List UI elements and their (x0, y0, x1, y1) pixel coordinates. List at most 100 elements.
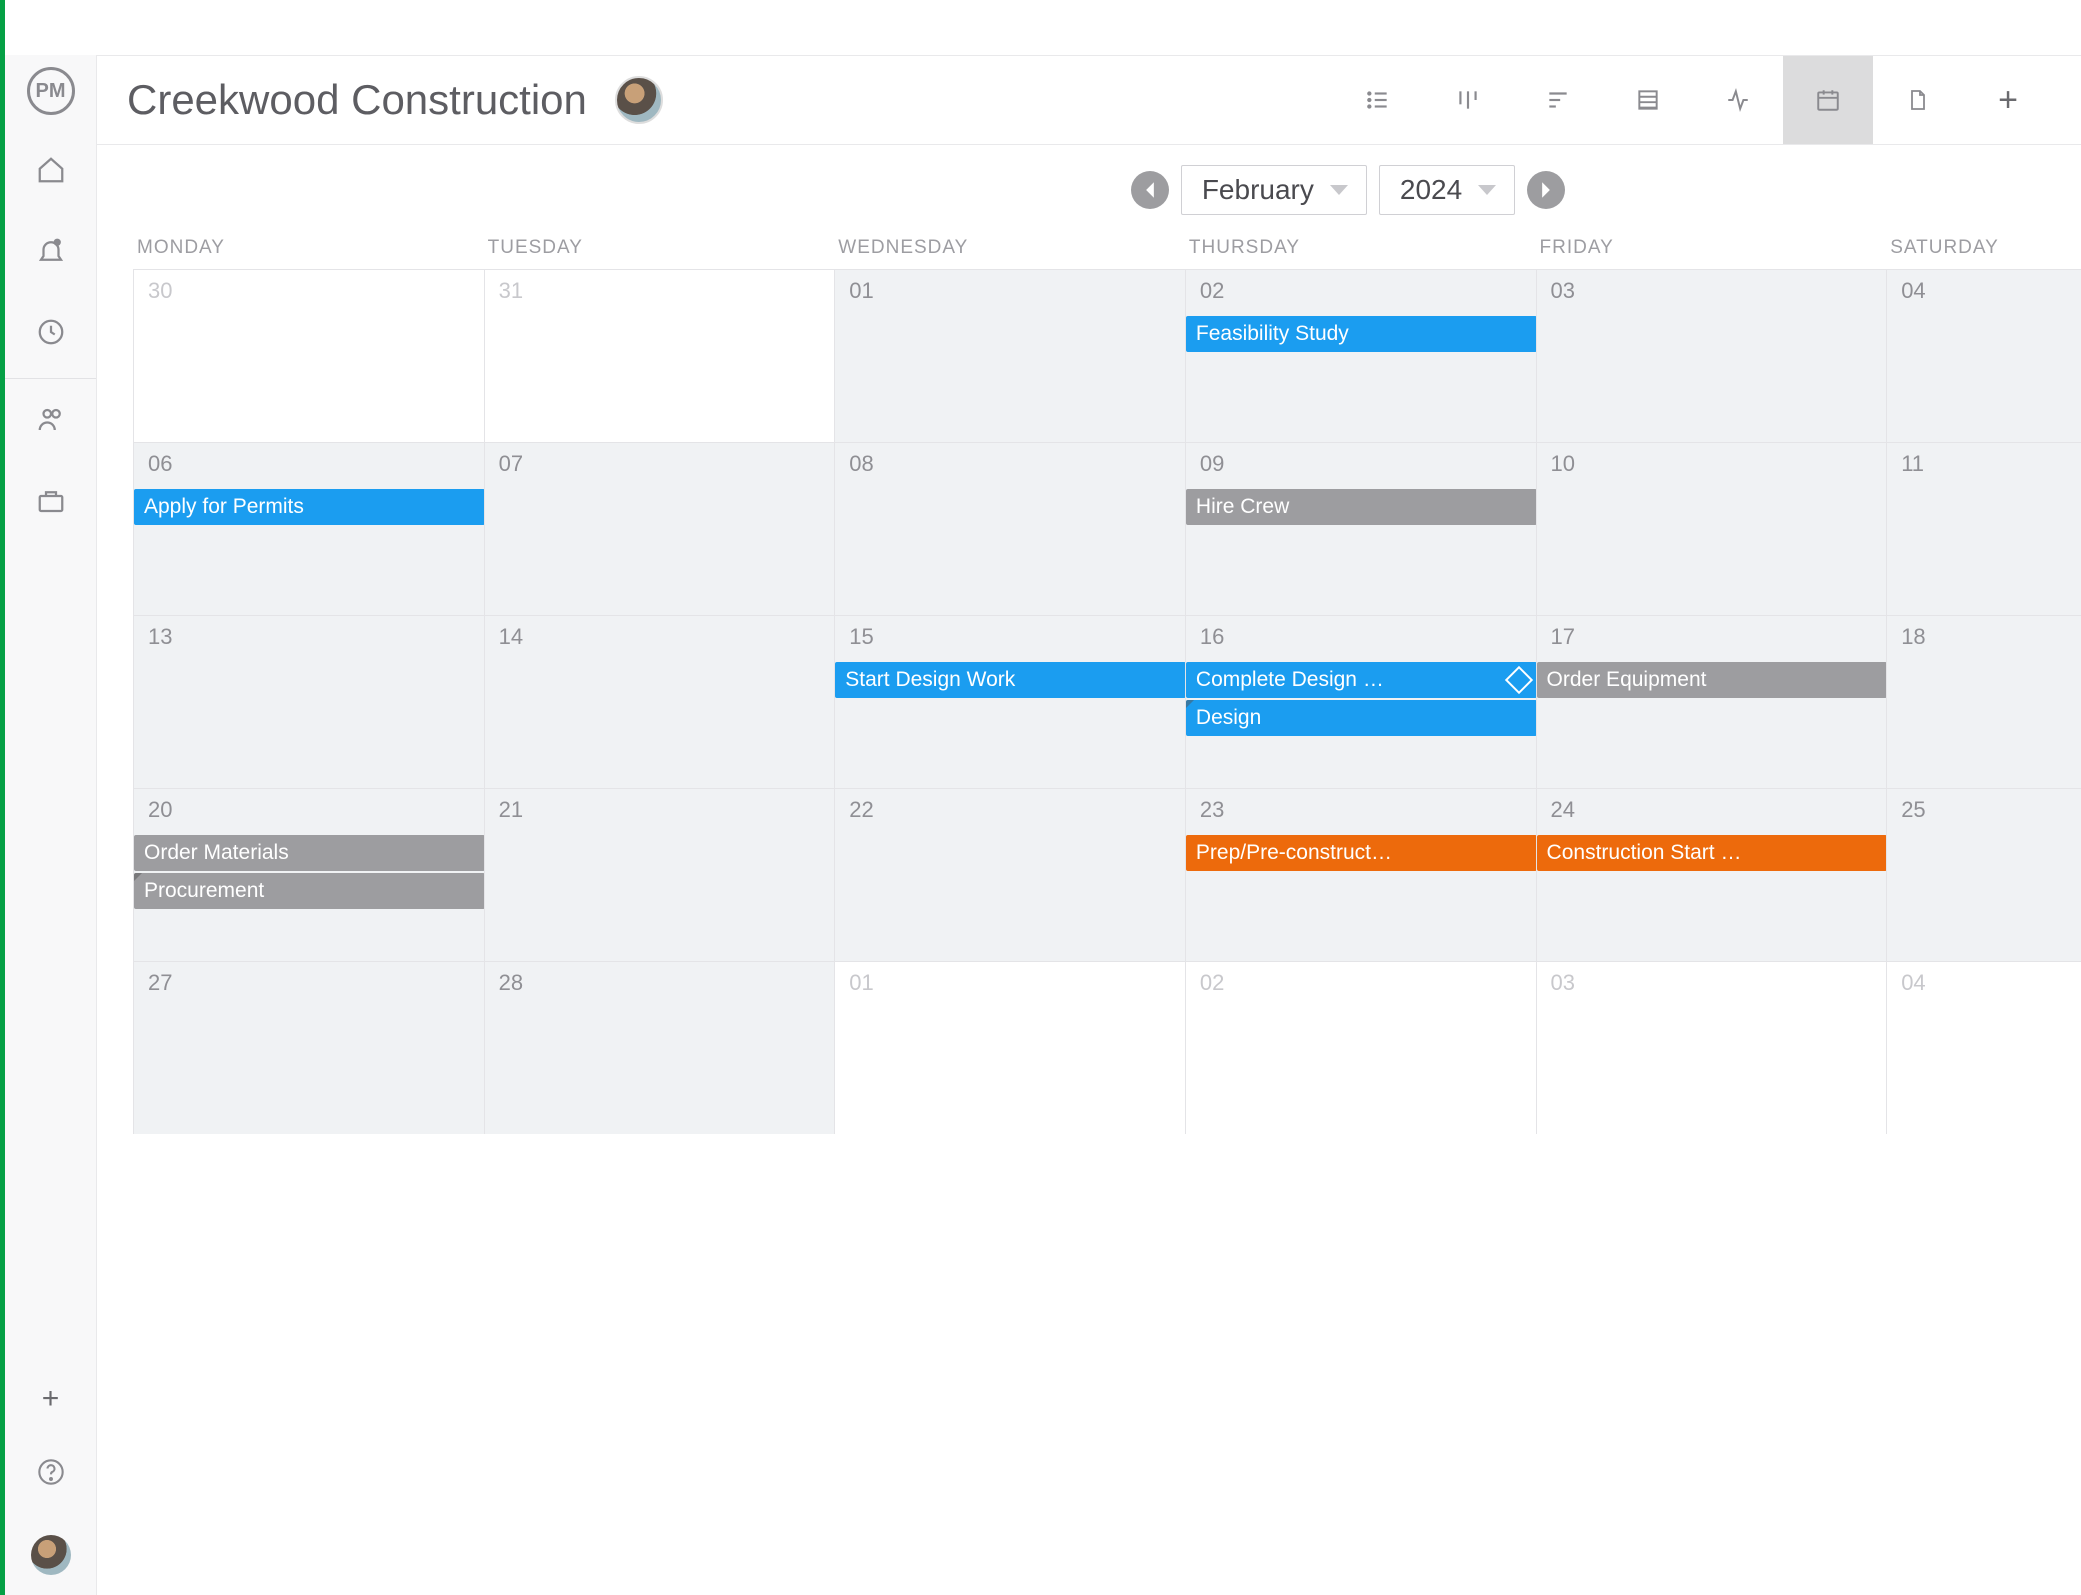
calendar-grid: MONDAYTUESDAYWEDNESDAYTHURSDAYFRIDAYSATU… (133, 231, 2081, 1134)
calendar-cell[interactable]: 01 (834, 269, 1185, 442)
calendar-cell[interactable]: 21 (484, 788, 835, 961)
calendar-cell[interactable]: 24 Construction Start … (1536, 788, 1887, 961)
calendar-cell[interactable]: 28 (484, 961, 835, 1134)
add-view-tab[interactable]: + (1963, 56, 2053, 144)
day-number: 01 (849, 970, 873, 996)
calendar-event[interactable]: Start Design Work (835, 662, 1186, 698)
calendar-event[interactable]: Hire Crew (1186, 489, 1537, 525)
calendar-cell[interactable]: 02 (1185, 961, 1536, 1134)
month-select[interactable]: February (1181, 165, 1367, 215)
calendar-cell[interactable]: 07 (484, 442, 835, 615)
clock-icon[interactable] (36, 317, 66, 352)
calendar-cell[interactable]: 11 (1886, 442, 2081, 615)
calendar-cell[interactable]: 10 (1536, 442, 1887, 615)
calendar-cell[interactable]: 04 (1886, 961, 2081, 1134)
calendar-cell[interactable]: 06 Apply for Permits (133, 442, 484, 615)
month-label: February (1202, 174, 1314, 206)
day-number: 08 (849, 451, 873, 477)
calendar-cell[interactable]: 18 (1886, 615, 2081, 788)
app-logo[interactable]: PM (27, 67, 75, 115)
project-member-avatar[interactable] (615, 76, 663, 124)
calendar-view-tab[interactable] (1783, 56, 1873, 144)
day-number: 20 (148, 797, 172, 823)
calendar-event[interactable]: Feasibility Study (1186, 316, 1537, 352)
calendar-event[interactable]: Order Materials (134, 835, 485, 871)
sheet-view-tab[interactable] (1603, 56, 1693, 144)
calendar-cell[interactable]: 09Hire Crew (1185, 442, 1536, 615)
view-tabs: + (1333, 56, 2053, 144)
calendar-event[interactable]: Prep/Pre-construct… (1186, 835, 1537, 871)
day-header: MONDAY (133, 231, 484, 269)
next-month-button[interactable] (1527, 171, 1565, 209)
calendar-event[interactable]: Construction Start … (1537, 835, 1888, 871)
calendar-cell[interactable]: 04 (1886, 269, 2081, 442)
day-number: 25 (1901, 797, 1925, 823)
prev-month-button[interactable] (1131, 171, 1169, 209)
calendar-event[interactable]: Procurement (134, 873, 485, 909)
year-label: 2024 (1400, 174, 1462, 206)
calendar-cell[interactable]: 31 (484, 269, 835, 442)
day-header: SATURDAY (1886, 231, 2081, 269)
day-number: 23 (1200, 797, 1224, 823)
day-number: 04 (1901, 970, 1925, 996)
board-view-tab[interactable] (1423, 56, 1513, 144)
sidebar-divider (5, 378, 96, 379)
day-number: 31 (499, 278, 523, 304)
day-number: 30 (148, 278, 172, 304)
calendar-cell[interactable]: 01 (834, 961, 1185, 1134)
day-number: 06 (148, 451, 172, 477)
calendar-cell[interactable]: 20 Order MaterialsProcurement (133, 788, 484, 961)
calendar-cell[interactable]: 02 Feasibility Study (1185, 269, 1536, 442)
calendar-event[interactable]: Apply for Permits (134, 489, 485, 525)
calendar-cell[interactable]: 13 (133, 615, 484, 788)
topbar-spacer (5, 0, 2081, 55)
calendar-cell[interactable]: 25 (1886, 788, 2081, 961)
day-number: 02 (1200, 278, 1224, 304)
day-header: WEDNESDAY (834, 231, 1185, 269)
user-avatar[interactable] (31, 1535, 71, 1575)
day-number: 15 (849, 624, 873, 650)
day-number: 03 (1551, 278, 1575, 304)
day-number: 03 (1551, 970, 1575, 996)
day-number: 11 (1901, 451, 1924, 477)
bell-icon[interactable] (36, 236, 66, 271)
calendar-cell[interactable]: 30 (133, 269, 484, 442)
calendar-cell[interactable]: 23 Prep/Pre-construct… (1185, 788, 1536, 961)
calendar-cell[interactable]: 27 (133, 961, 484, 1134)
day-number: 01 (849, 278, 873, 304)
year-select[interactable]: 2024 (1379, 165, 1515, 215)
calendar-event[interactable]: Order Equipment (1537, 662, 1888, 698)
calendar-event[interactable]: Complete Design … (1186, 662, 1537, 698)
add-icon[interactable]: + (42, 1384, 60, 1414)
calendar-cell[interactable]: 14 (484, 615, 835, 788)
home-icon[interactable] (36, 155, 66, 190)
list-view-tab[interactable] (1333, 56, 1423, 144)
calendar-event[interactable]: Design (1186, 700, 1537, 736)
calendar-cell[interactable]: 08 (834, 442, 1185, 615)
chevron-down-icon (1330, 185, 1348, 195)
calendar-cell[interactable]: 03 (1536, 961, 1887, 1134)
day-number: 14 (499, 624, 523, 650)
calendar-cell[interactable]: 17Order Equipment (1536, 615, 1887, 788)
day-header: THURSDAY (1185, 231, 1536, 269)
gantt-view-tab[interactable] (1513, 56, 1603, 144)
day-number: 21 (499, 797, 523, 823)
calendar-cell[interactable]: 03 (1536, 269, 1887, 442)
day-number: 16 (1200, 624, 1224, 650)
day-number: 18 (1901, 624, 1925, 650)
header: Creekwood Construction (97, 55, 2081, 145)
day-number: 24 (1551, 797, 1575, 823)
day-header: FRIDAY (1536, 231, 1887, 269)
people-icon[interactable] (36, 405, 66, 440)
day-number: 27 (148, 970, 172, 996)
day-number: 28 (499, 970, 523, 996)
calendar-cell[interactable]: 22 (834, 788, 1185, 961)
day-number: 22 (849, 797, 873, 823)
chevron-down-icon (1478, 185, 1496, 195)
calendar-cell[interactable]: 16 Complete Design …Design (1185, 615, 1536, 788)
file-view-tab[interactable] (1873, 56, 1963, 144)
help-icon[interactable] (37, 1458, 65, 1491)
briefcase-icon[interactable] (36, 486, 66, 521)
activity-view-tab[interactable] (1693, 56, 1783, 144)
calendar-cell[interactable]: 15 Start Design Work (834, 615, 1185, 788)
